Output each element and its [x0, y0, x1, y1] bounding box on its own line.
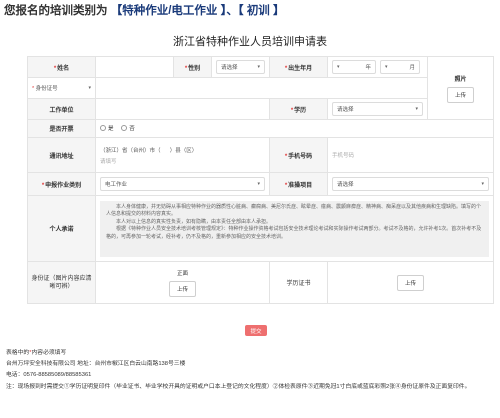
- diploma-upload-button[interactable]: 上传: [396, 274, 424, 291]
- name-label: *姓名: [27, 56, 96, 78]
- id-number-input[interactable]: [95, 77, 428, 99]
- invoice-no-radio[interactable]: 否: [121, 124, 135, 132]
- invoice-label: 是否开票: [27, 119, 96, 138]
- submit-button[interactable]: 提交: [245, 325, 267, 336]
- diploma-label: 学历证书: [269, 261, 328, 304]
- company-phone: 电话：0576-88585089/88585361: [6, 372, 92, 378]
- photo-upload-button[interactable]: 上传: [446, 86, 474, 103]
- birth-year-select[interactable]: ▾ 年: [332, 60, 376, 74]
- phone-input[interactable]: 手机号码: [332, 153, 354, 159]
- idcard-upload-button[interactable]: 上传: [168, 280, 196, 297]
- required-note: 表格中的*内容必须填写: [6, 350, 67, 356]
- project-label: *准操项目: [269, 172, 328, 196]
- work-label: 工作单位: [27, 98, 96, 120]
- application-form: *姓名 *性别 请选择 ▾ *出生年月 ▾ 年 ▾ 月 照片 上传 * 身份证号 ▾ 工…: [27, 56, 494, 304]
- promise-label: 个人承诺: [27, 195, 96, 262]
- chevron-down-icon: ▾: [257, 64, 260, 70]
- idcard-front-label: 正面: [176, 270, 188, 277]
- photo-cell: 照片 上传: [427, 56, 494, 120]
- edu-select[interactable]: 请选择 ▾: [332, 102, 423, 116]
- work-input[interactable]: [95, 98, 270, 120]
- gender-label: *性别: [173, 56, 212, 78]
- idcard-label: 身份证（图片内容应清晰可辨）: [27, 261, 96, 304]
- photo-label: 照片: [454, 76, 467, 83]
- idtype-select[interactable]: * 身份证号 ▾: [32, 81, 91, 95]
- phone-label: *手机号码: [269, 137, 328, 173]
- promise-text: 本人身体健康，并无妨碍从事相应特种作业的器质性心脏病、癫痫病、美尼尔氏症、眩晕症…: [100, 200, 489, 257]
- chevron-down-icon: ▾: [257, 181, 260, 187]
- headline-separator: 】、【: [220, 5, 244, 17]
- job-type-select[interactable]: 电工作业 ▾: [100, 177, 265, 191]
- chevron-down-icon: ▾: [415, 106, 418, 112]
- company-info: 台州万坪安全科技有限公司 地址：台州市椒江区白云山南路138号三楼: [6, 361, 186, 367]
- edu-label: *学历: [269, 98, 328, 120]
- chevron-down-icon: ▾: [481, 181, 484, 187]
- notes-section: 表格中的*内容必须填写 台州万坪安全科技有限公司 地址：台州市椒江区白云山南路1…: [6, 348, 496, 391]
- birth-label: *出生年月: [269, 56, 328, 78]
- gender-select[interactable]: 请选择 ▾: [216, 60, 265, 74]
- birth-month-select[interactable]: ▾ 月: [380, 60, 420, 74]
- headline-prefix: 您报名的培训类别为: [4, 5, 108, 17]
- invoice-yes-radio[interactable]: 是: [100, 124, 114, 132]
- project-select[interactable]: 请选择 ▾: [332, 177, 489, 191]
- chevron-down-icon: ▾: [88, 85, 91, 91]
- address-input[interactable]: （浙江）省（台州）市（ ）县（区） 请填写: [95, 137, 270, 173]
- name-input[interactable]: [95, 56, 174, 78]
- headline-level: 初训: [246, 5, 270, 17]
- remark-text: 注：现场报到时需提交①学历证明复印件（毕业证书、毕业学校开具的证明或户口本上登记…: [6, 384, 471, 390]
- headline-suffix: 】: [273, 5, 285, 17]
- job-type-label: *申报作业类别: [27, 172, 96, 196]
- address-label: 通讯地址: [27, 137, 96, 173]
- page-headline: 您报名的培训类别为 【特种作业/电工作业 】、【 初训 】: [4, 2, 285, 18]
- form-title: 浙江省特种作业人员培训申请表: [173, 36, 327, 48]
- headline-category: 【特种作业/电工作业: [110, 5, 218, 17]
